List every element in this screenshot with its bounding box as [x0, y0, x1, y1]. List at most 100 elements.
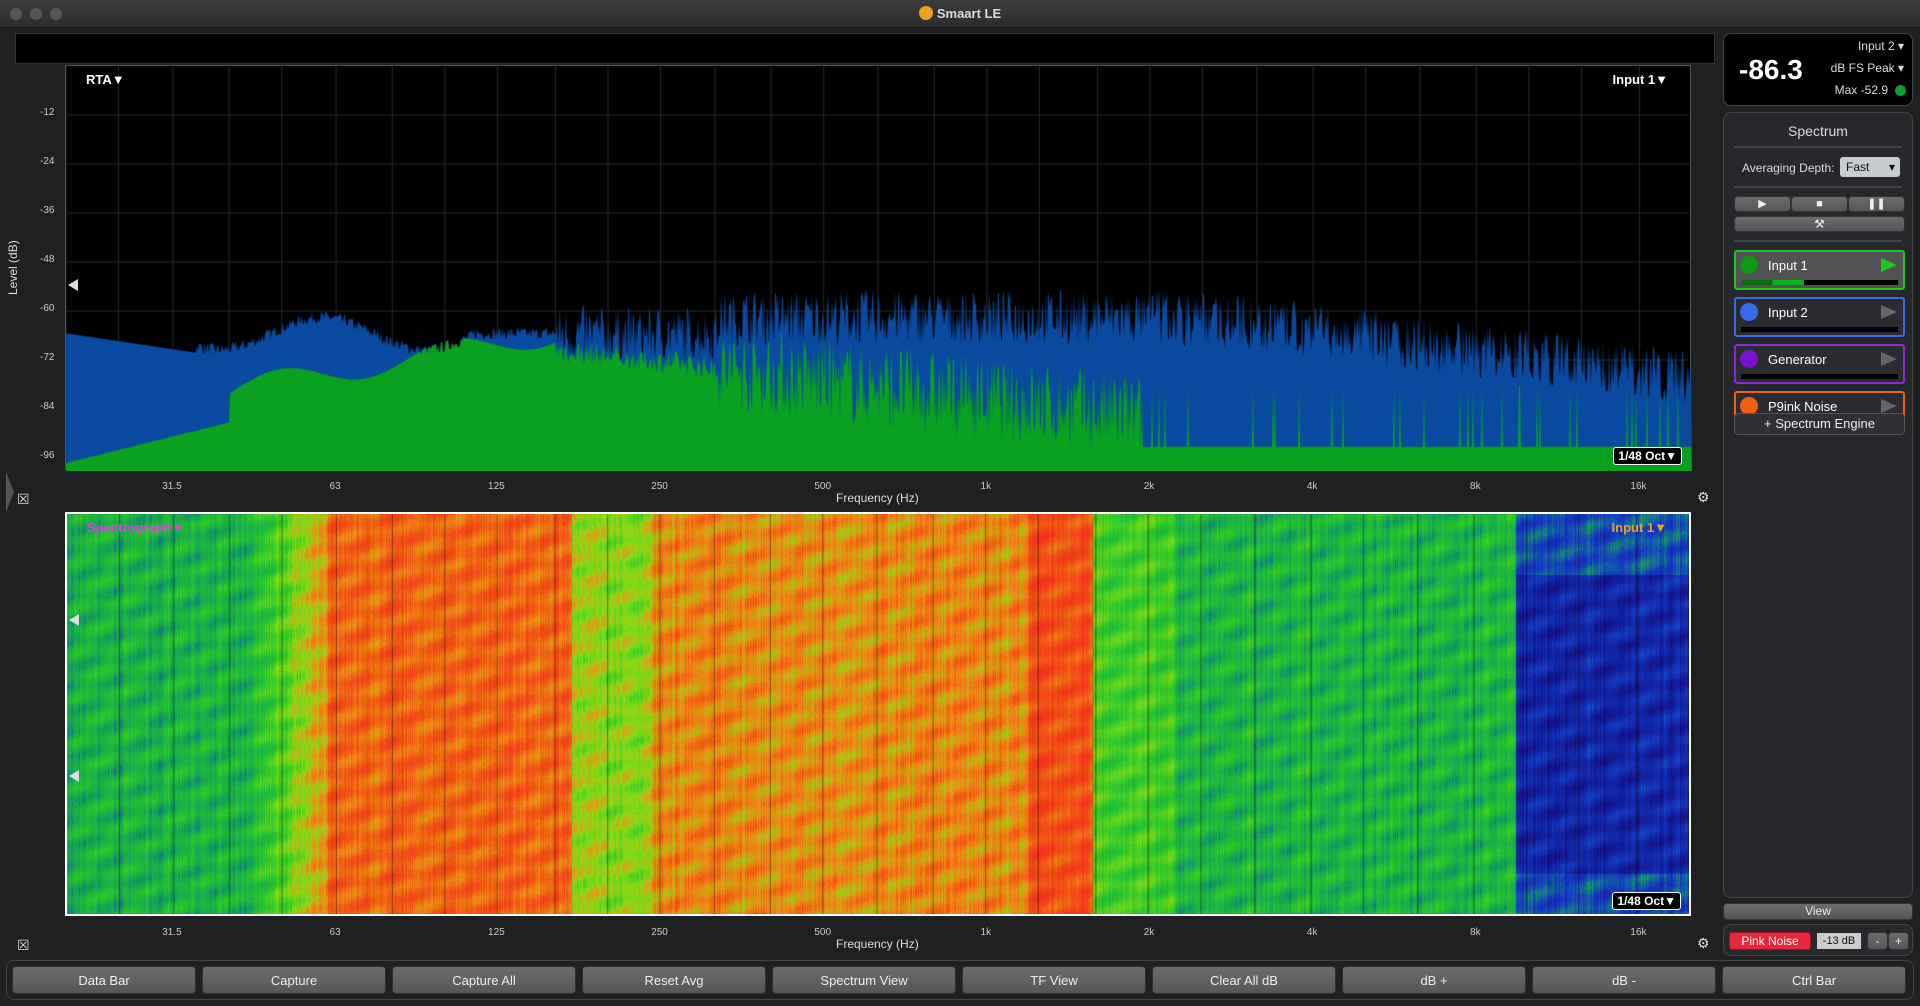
close-plot-icon[interactable]: ☒: [17, 491, 30, 508]
engine-level-meter: [1741, 374, 1898, 379]
x-tick-label: 31.5: [162, 927, 182, 938]
spectrum-control-panel: Spectrum Averaging Depth: Fast ▾ ▶ ■ ❚❚ ⚒…: [1723, 112, 1913, 898]
y-tick-label: -48: [40, 254, 55, 265]
engine-play-arrow-icon[interactable]: [1881, 399, 1897, 413]
spectrograph-settings-gear-icon[interactable]: ⚙: [1697, 935, 1710, 952]
y-tick-label: -84: [40, 401, 55, 412]
x-tick-label: 1k: [980, 481, 992, 492]
y-tick-label: -12: [40, 107, 55, 118]
app-logo-icon: [918, 6, 933, 20]
engine-input-2[interactable]: Input 2: [1734, 297, 1905, 337]
sidebar-toggle-handle[interactable]: [6, 472, 14, 512]
rta-mode-dropdown[interactable]: RTA▼: [86, 72, 125, 87]
button-db-[interactable]: dB -: [1532, 966, 1716, 994]
x-tick-label: 250: [651, 481, 668, 492]
x-tick-label: 31.5: [162, 481, 182, 492]
x-tick-label: 8k: [1470, 927, 1481, 938]
y-tick-label: -36: [40, 205, 55, 216]
engine-name: P9ink Noise: [1768, 399, 1838, 414]
close-plot-icon[interactable]: ☒: [17, 937, 30, 954]
generator-level: -13 dB: [1817, 933, 1861, 949]
button-capture[interactable]: Capture: [202, 966, 386, 994]
rta-x-axis-label: Frequency (Hz): [836, 491, 919, 505]
x-tick-label: 125: [488, 481, 505, 492]
y-tick-label: -60: [40, 303, 55, 314]
x-tick-label: 500: [814, 481, 832, 492]
x-tick-label: 8k: [1470, 481, 1481, 492]
spectrograph-upper-handle[interactable]: [69, 614, 79, 626]
data-bar: [15, 33, 1715, 64]
tools-icon: ⚒: [1814, 217, 1825, 231]
x-tick-label: 16k: [1630, 481, 1647, 492]
button-db-[interactable]: dB +: [1342, 966, 1526, 994]
minimize-window-button[interactable]: [30, 8, 42, 20]
meter-max: Max -52.9: [1834, 83, 1888, 97]
button-ctrl-bar[interactable]: Ctrl Bar: [1722, 966, 1906, 994]
button-spectrum-view[interactable]: Spectrum View: [772, 966, 956, 994]
rta-input-dropdown[interactable]: Input 1▼: [1613, 72, 1668, 87]
x-tick-label: 63: [329, 481, 341, 492]
rta-settings-gear-icon[interactable]: ⚙: [1697, 489, 1710, 506]
x-tick-label: 4k: [1306, 927, 1318, 938]
rta-level-handle[interactable]: [68, 279, 78, 291]
spectrograph-mode-dropdown[interactable]: Spectrograph▼: [87, 520, 184, 535]
rta-y-axis-label: Level (dB): [6, 240, 20, 295]
meter-unit-dropdown[interactable]: dB FS Peak ▾: [1831, 61, 1904, 75]
panel-title: Spectrum: [1788, 123, 1848, 139]
zoom-window-button[interactable]: [50, 8, 62, 20]
engine-color-dot: [1740, 256, 1758, 274]
engine-play-arrow-icon[interactable]: [1881, 352, 1897, 366]
pause-button[interactable]: ❚❚: [1848, 196, 1905, 212]
spectrograph-resolution-dropdown[interactable]: 1/48 Oct▼: [1612, 892, 1681, 910]
x-tick-label: 2k: [1143, 481, 1155, 492]
x-tick-label: 2k: [1143, 927, 1155, 938]
y-tick-label: -72: [40, 352, 55, 363]
engine-color-dot: [1740, 350, 1758, 368]
x-tick-label: 63: [329, 927, 341, 938]
button-tf-view[interactable]: TF View: [962, 966, 1146, 994]
engine-play-arrow-icon[interactable]: [1881, 258, 1897, 272]
averaging-depth-label: Averaging Depth:: [1742, 161, 1835, 175]
rta-plot[interactable]: RTA▼ Input 1▼ 1/48 Oct▼: [65, 65, 1692, 471]
button-capture-all[interactable]: Capture All: [392, 966, 576, 994]
meter-status-indicator: [1895, 85, 1906, 96]
tools-button[interactable]: ⚒: [1734, 216, 1905, 232]
averaging-depth-select[interactable]: Fast ▾: [1840, 157, 1900, 177]
engine-play-arrow-icon[interactable]: [1881, 305, 1897, 319]
x-tick-label: 16k: [1630, 927, 1647, 938]
title-bar: Smaart LE: [0, 0, 1920, 28]
button-reset-avg[interactable]: Reset Avg: [582, 966, 766, 994]
engine-input-1[interactable]: Input 1: [1734, 250, 1905, 290]
stop-button[interactable]: ■: [1791, 196, 1848, 212]
meter-source: Input 2: [1857, 39, 1895, 53]
generator-level-up-button[interactable]: +: [1888, 932, 1909, 950]
x-tick-label: 500: [814, 927, 832, 938]
x-tick-label: 125: [488, 927, 505, 938]
engine-level-meter: [1741, 280, 1898, 285]
engine-generator[interactable]: Generator: [1734, 344, 1905, 384]
generator-toggle-button[interactable]: Pink Noise: [1729, 932, 1811, 950]
meter-source-dropdown[interactable]: Input 2 ▾: [1858, 39, 1904, 53]
engine-name: Generator: [1768, 352, 1827, 367]
spectrograph-plot[interactable]: Spectrograph▼ Input 1▼ 1/48 Oct▼: [65, 512, 1691, 916]
engine-color-dot: [1740, 303, 1758, 321]
spectrograph-input-dropdown[interactable]: Input 1▼: [1612, 520, 1667, 535]
rta-resolution-dropdown[interactable]: 1/48 Oct▼: [1613, 447, 1682, 465]
window-title: Smaart LE: [936, 6, 1002, 21]
play-button[interactable]: ▶: [1734, 196, 1791, 212]
engine-level-meter: [1741, 327, 1898, 332]
add-spectrum-engine-button[interactable]: + Spectrum Engine: [1734, 413, 1905, 435]
meter-unit: dB FS Peak: [1830, 61, 1895, 75]
engine-name: Input 2: [1768, 305, 1808, 320]
button-clear-all-db[interactable]: Clear All dB: [1152, 966, 1336, 994]
spectrograph-lower-handle[interactable]: [69, 770, 79, 782]
generator-bar: Pink Noise -13 dB - +: [1723, 924, 1913, 956]
averaging-depth-value: Fast: [1846, 160, 1870, 174]
generator-level-down-button[interactable]: -: [1867, 932, 1888, 950]
y-tick-label: -96: [40, 450, 55, 461]
close-window-button[interactable]: [10, 8, 22, 20]
button-data-bar[interactable]: Data Bar: [12, 966, 196, 994]
meter-value: -86.3: [1739, 54, 1803, 85]
view-button[interactable]: View: [1723, 903, 1913, 920]
engine-name: Input 1: [1768, 258, 1808, 273]
